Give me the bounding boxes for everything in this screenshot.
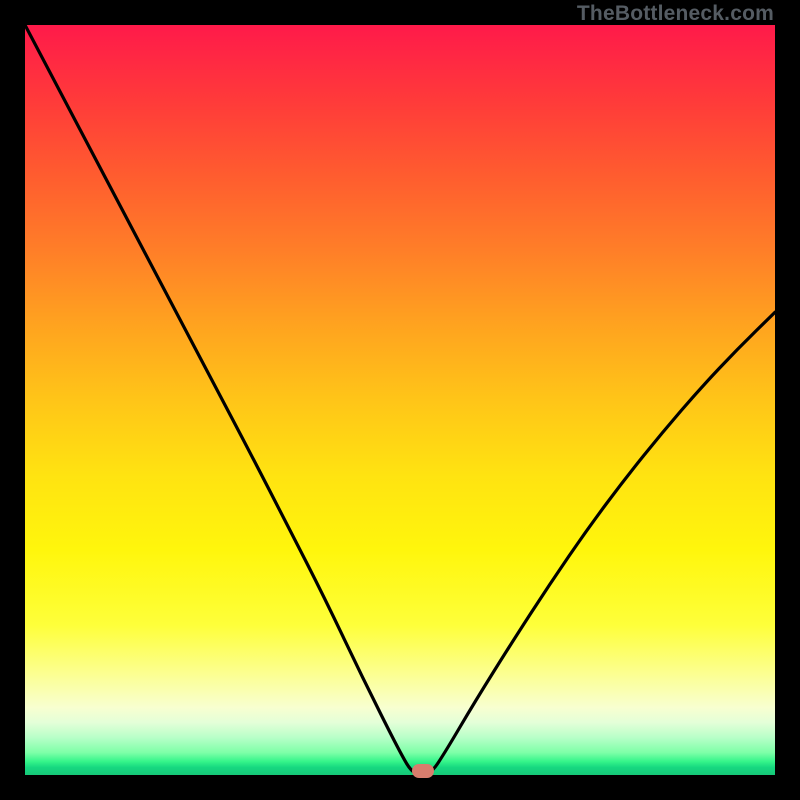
attribution-watermark: TheBottleneck.com [577,2,774,26]
optimal-marker [412,764,434,778]
bottleneck-curve [25,25,775,775]
chart-frame: TheBottleneck.com [0,0,800,800]
plot-area [25,25,775,775]
